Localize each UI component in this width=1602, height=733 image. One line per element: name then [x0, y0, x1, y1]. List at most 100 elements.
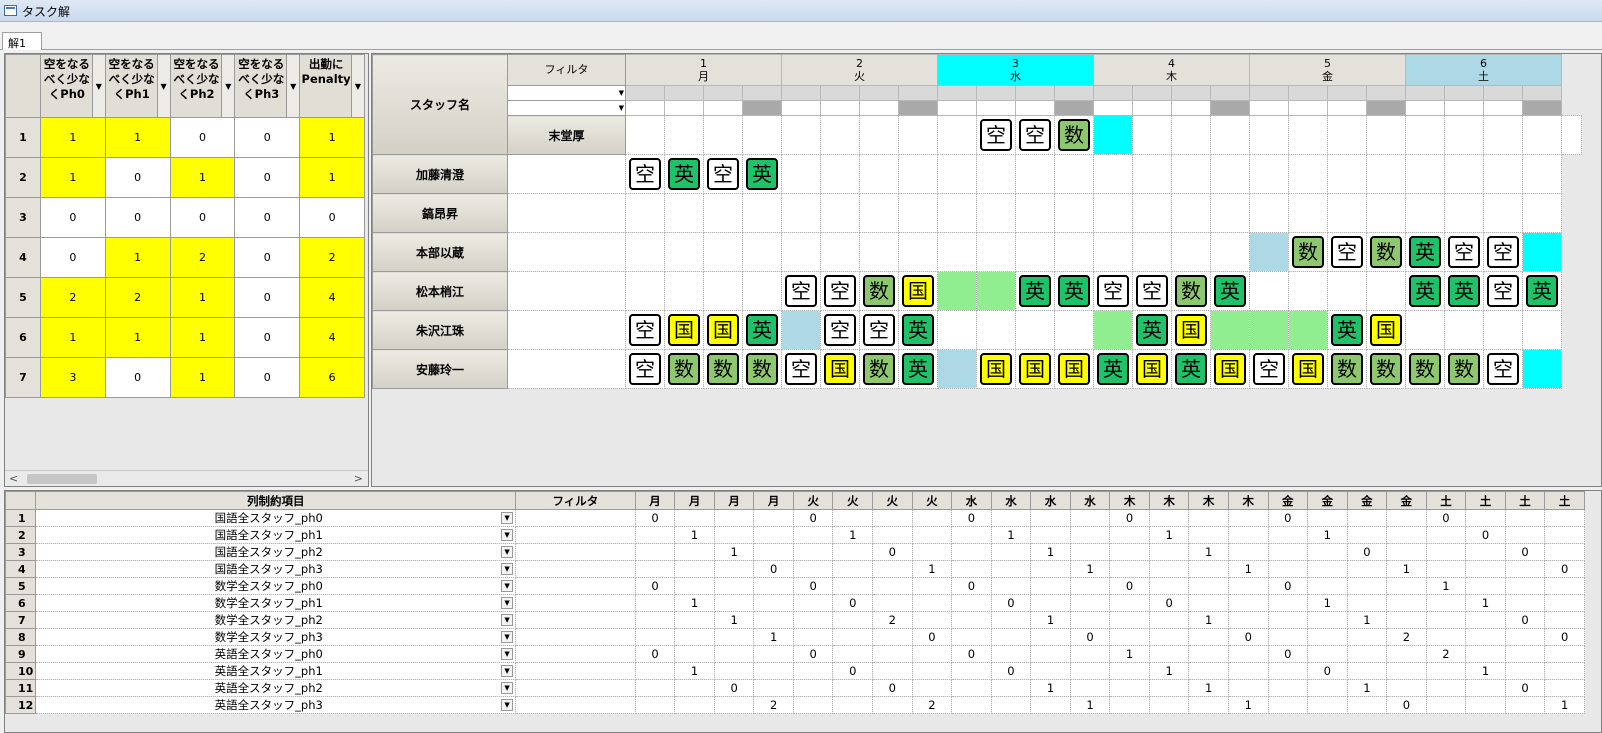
constraint-value-cell[interactable]	[951, 526, 992, 544]
schedule-cell[interactable]	[1132, 232, 1172, 272]
schedule-cell[interactable]: 空	[1249, 349, 1289, 389]
constraint-value-cell[interactable]: 1	[753, 628, 794, 646]
chevron-down-icon[interactable]: ▼	[501, 529, 514, 541]
schedule-cell[interactable]: 数	[1366, 232, 1406, 272]
task-badge[interactable]: 空	[1019, 119, 1051, 151]
schedule-cell[interactable]	[1405, 115, 1445, 155]
constraint-value-cell[interactable]	[1030, 696, 1071, 714]
task-badge[interactable]: 英	[902, 353, 934, 385]
constraint-value-cell[interactable]	[674, 577, 715, 595]
schedule-cell[interactable]	[1288, 115, 1328, 155]
task-badge[interactable]: 空	[707, 158, 739, 190]
summary-cell[interactable]: 0	[234, 157, 301, 198]
schedule-cell[interactable]: 国	[1210, 349, 1250, 389]
constraint-value-cell[interactable]	[1188, 577, 1229, 595]
task-badge[interactable]: 国	[902, 275, 934, 307]
constraint-value-cell[interactable]: 1	[1188, 611, 1229, 629]
constraint-value-cell[interactable]: 0	[872, 543, 913, 561]
constraint-value-cell[interactable]	[1465, 679, 1506, 697]
constraint-value-cell[interactable]	[1307, 509, 1348, 527]
constraint-value-cell[interactable]	[1346, 560, 1388, 578]
filter-cell[interactable]	[507, 271, 626, 311]
constraint-value-cell[interactable]: 1	[674, 594, 715, 612]
schedule-cell[interactable]: 数	[703, 349, 743, 389]
schedule-cell[interactable]	[976, 271, 1016, 311]
task-badge[interactable]: 空	[785, 275, 817, 307]
task-badge[interactable]: 空	[1331, 236, 1363, 268]
constraint-value-cell[interactable]: 0	[634, 509, 676, 527]
constraint-value-cell[interactable]	[792, 543, 834, 561]
constraint-value-cell[interactable]	[713, 662, 755, 680]
task-badge[interactable]: 国	[707, 314, 739, 346]
task-badge[interactable]: 数	[1448, 353, 1480, 385]
filter-dropdown-icon[interactable]: ▼	[156, 55, 170, 117]
schedule-cell[interactable]: 空	[1132, 271, 1172, 311]
schedule-cell[interactable]	[976, 193, 1016, 233]
schedule-cell[interactable]: 国	[1288, 349, 1328, 389]
schedule-cell[interactable]	[1444, 310, 1484, 350]
constraint-value-cell[interactable]	[1425, 560, 1467, 578]
schedule-cell[interactable]	[976, 310, 1016, 350]
constraint-value-cell[interactable]: 1	[1346, 611, 1388, 629]
constraint-value-cell[interactable]: 0	[634, 577, 676, 595]
schedule-cell[interactable]	[1483, 115, 1523, 155]
constraint-value-cell[interactable]	[1267, 594, 1309, 612]
schedule-cell[interactable]: 数	[1288, 232, 1328, 272]
summary-cell[interactable]: 0	[39, 237, 106, 278]
schedule-cell[interactable]: 英	[664, 154, 704, 194]
schedule-cell[interactable]	[1522, 193, 1562, 233]
task-badge[interactable]: 国	[1058, 353, 1090, 385]
constraint-value-cell[interactable]	[951, 696, 992, 714]
task-badge[interactable]: 英	[668, 158, 700, 190]
constraint-value-cell[interactable]	[634, 679, 676, 697]
schedule-cell[interactable]: 数	[1171, 271, 1211, 311]
schedule-cell[interactable]: 空	[625, 154, 665, 194]
constraint-value-cell[interactable]	[1504, 560, 1546, 578]
scroll-left-arrow-icon[interactable]: <	[9, 472, 18, 485]
constraint-value-cell[interactable]	[1188, 662, 1229, 680]
schedule-cell[interactable]	[664, 232, 704, 272]
constraint-value-cell[interactable]	[674, 645, 715, 663]
constraint-value-cell[interactable]	[1504, 577, 1546, 595]
schedule-cell[interactable]	[937, 115, 977, 155]
constraint-value-cell[interactable]	[1346, 662, 1388, 680]
schedule-cell[interactable]	[1249, 115, 1289, 155]
filter-cell[interactable]	[507, 154, 626, 194]
schedule-cell[interactable]	[937, 193, 977, 233]
schedule-cell[interactable]	[859, 115, 899, 155]
constraint-value-cell[interactable]	[634, 611, 676, 629]
task-badge[interactable]: 空	[629, 314, 661, 346]
task-badge[interactable]: 数	[1175, 275, 1207, 307]
task-badge[interactable]: 数	[863, 275, 895, 307]
schedule-cell[interactable]	[703, 271, 743, 311]
constraint-value-cell[interactable]: 0	[792, 577, 834, 595]
schedule-cell[interactable]	[1210, 115, 1250, 155]
constraint-value-cell[interactable]: 0	[832, 594, 874, 612]
summary-column-header[interactable]: 空をなるべく少なくPh0 ▼	[39, 54, 106, 118]
schedule-cell[interactable]	[664, 271, 704, 311]
constraint-value-cell[interactable]	[1425, 526, 1467, 544]
constraint-value-cell[interactable]: 1	[1425, 577, 1467, 595]
constraint-value-cell[interactable]: 1	[1307, 526, 1348, 544]
constraint-value-cell[interactable]: 0	[1504, 679, 1546, 697]
constraint-value-cell[interactable]: 0	[872, 679, 913, 697]
task-badge[interactable]: 数	[863, 353, 895, 385]
summary-column-header[interactable]: 空をなるべく少なくPh3 ▼	[234, 54, 301, 118]
schedule-cell[interactable]	[742, 193, 782, 233]
filter-cell[interactable]	[515, 679, 636, 697]
schedule-cell[interactable]	[1405, 193, 1445, 233]
tab-solution-1[interactable]: 解1	[2, 32, 42, 50]
constraint-value-cell[interactable]	[1346, 594, 1388, 612]
constraint-value-cell[interactable]: 2	[1425, 645, 1467, 663]
schedule-cell[interactable]	[1522, 349, 1562, 389]
constraint-value-cell[interactable]	[1188, 628, 1229, 646]
summary-cell[interactable]: 0	[169, 117, 236, 158]
schedule-cell[interactable]	[1054, 154, 1094, 194]
summary-cell[interactable]: 1	[104, 317, 171, 358]
schedule-cell[interactable]	[820, 193, 860, 233]
schedule-cell[interactable]: 数	[1327, 349, 1367, 389]
schedule-cell[interactable]	[1522, 232, 1562, 272]
filter-cell[interactable]	[515, 577, 636, 595]
summary-cell[interactable]: 0	[104, 197, 171, 238]
summary-column-header[interactable]: 出勤にPenalty ▼	[299, 54, 365, 118]
